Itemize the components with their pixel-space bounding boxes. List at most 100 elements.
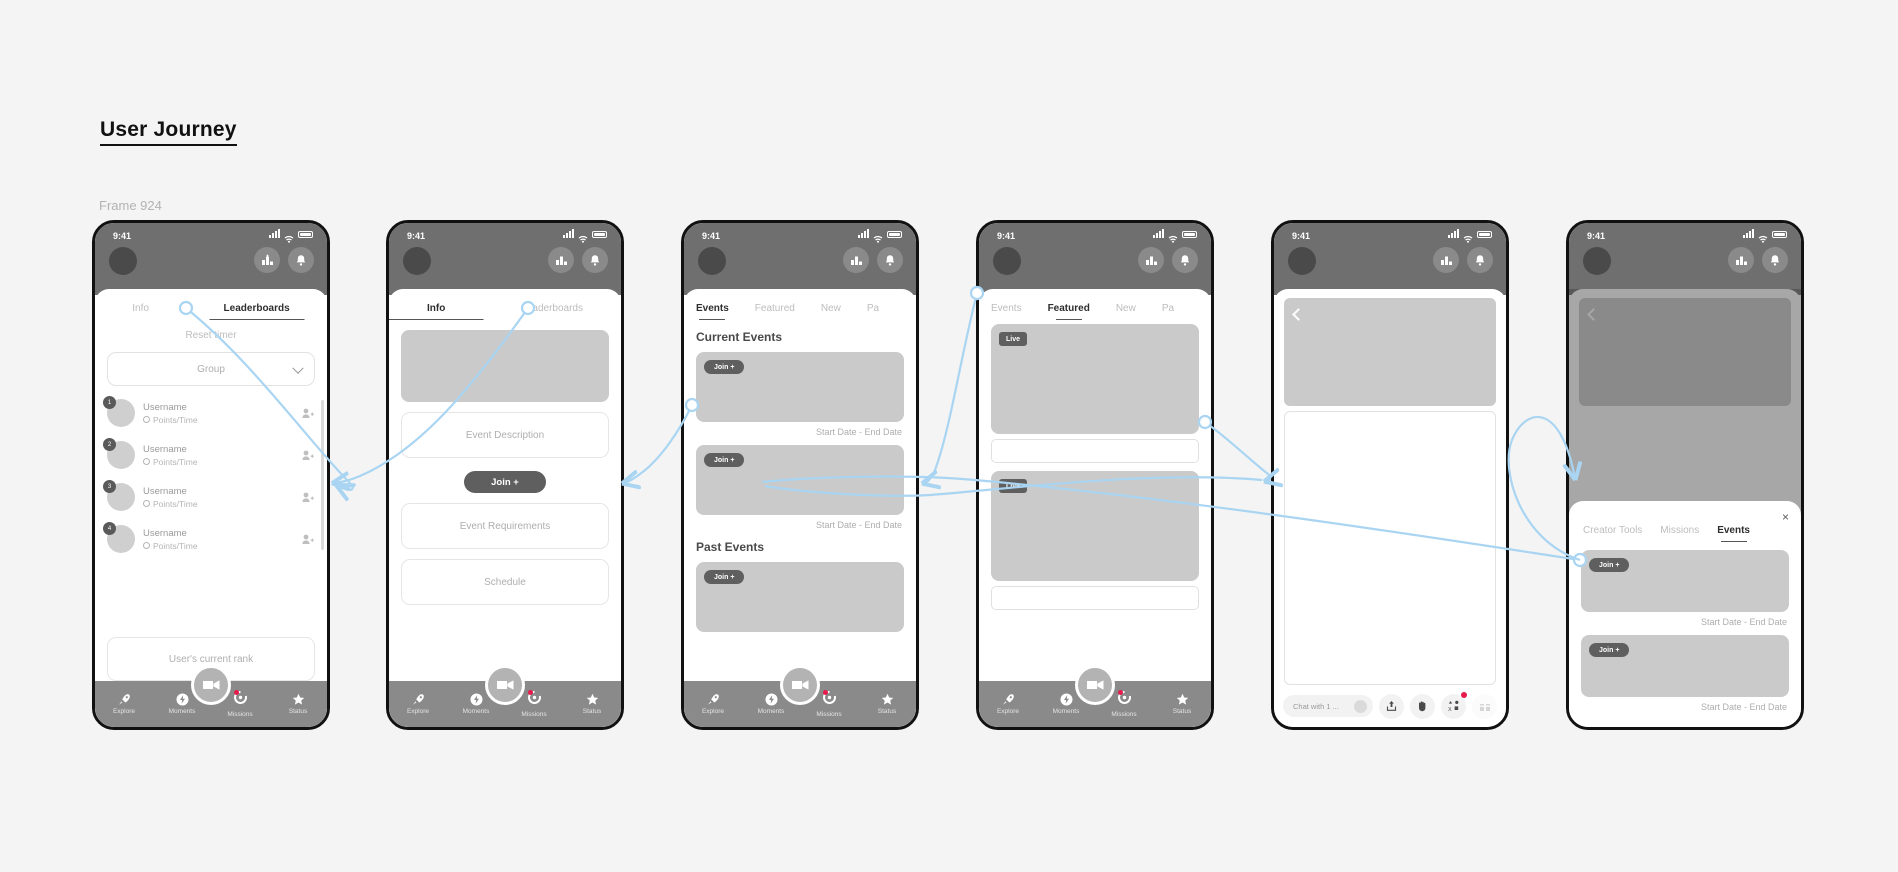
camera-icon[interactable] <box>191 665 231 705</box>
list-item[interactable]: 3 Username Points/Time <box>95 476 327 518</box>
avatar[interactable] <box>1583 247 1611 275</box>
schedule-field[interactable]: Schedule <box>401 559 609 605</box>
emoji-icon[interactable] <box>1354 699 1367 713</box>
leaderboard-icon[interactable] <box>1433 247 1459 273</box>
gift-icon[interactable] <box>1472 693 1497 719</box>
tab-events[interactable]: Events <box>991 303 1022 320</box>
tab-missions[interactable]: Missions <box>1660 525 1699 542</box>
event-card[interactable]: Join + <box>696 352 904 422</box>
nav-status[interactable]: Status <box>571 693 613 715</box>
event-requirements-field[interactable]: Event Requirements <box>401 503 609 549</box>
camera-icon[interactable] <box>485 665 525 705</box>
group-dropdown[interactable]: Group <box>107 352 315 386</box>
camera-icon[interactable] <box>1075 665 1115 705</box>
tab-creator-tools[interactable]: Creator Tools <box>1583 525 1642 542</box>
tab-featured[interactable]: Featured <box>755 303 795 320</box>
tab-featured[interactable]: Featured <box>1048 303 1090 320</box>
back-chevron-icon[interactable] <box>1292 308 1305 321</box>
leaderboard-icon[interactable] <box>548 247 574 273</box>
wifi-icon <box>578 230 588 243</box>
back-chevron-icon[interactable] <box>1587 308 1600 321</box>
tab-past[interactable]: Pa <box>1162 303 1174 320</box>
leaderboard-icon[interactable] <box>843 247 869 273</box>
event-card[interactable]: Join + <box>1581 550 1789 612</box>
join-chip[interactable]: Join + <box>704 570 745 584</box>
bell-icon[interactable] <box>1467 247 1493 273</box>
share-icon[interactable] <box>1379 693 1404 719</box>
list-item[interactable]: 4 Username Points/Time <box>95 518 327 560</box>
username: Username <box>143 443 187 455</box>
tab-new[interactable]: New <box>1116 303 1136 320</box>
sheet-tabs: Creator Tools Missions Events <box>1569 505 1801 542</box>
bell-icon[interactable] <box>1762 247 1788 273</box>
avatar[interactable] <box>698 247 726 275</box>
nav-explore[interactable]: Explore <box>692 693 734 715</box>
add-friend-icon[interactable] <box>302 408 315 419</box>
live-stream-screen: Chat with 1 ... X <box>1274 289 1506 727</box>
add-friend-icon[interactable] <box>302 534 315 545</box>
bell-icon[interactable] <box>877 247 903 273</box>
scrollbar[interactable] <box>321 400 324 550</box>
tab-leaderboards[interactable]: Leaderboards <box>521 303 583 320</box>
event-image-placeholder <box>401 330 609 402</box>
wifi-icon <box>1463 230 1473 243</box>
list-item[interactable]: 1 Username Points/Time <box>95 392 327 434</box>
add-friend-icon[interactable] <box>302 492 315 503</box>
event-card[interactable]: Join + <box>696 562 904 632</box>
tab-new[interactable]: New <box>821 303 841 320</box>
join-chip[interactable]: Join + <box>1589 558 1630 572</box>
join-chip[interactable]: Join + <box>704 360 745 374</box>
bell-icon[interactable] <box>288 247 314 273</box>
status-bar: 9:41 <box>95 223 327 295</box>
hand-icon[interactable] <box>1410 693 1435 719</box>
tab-events[interactable]: Events <box>696 303 729 320</box>
nav-explore[interactable]: Explore <box>397 693 439 715</box>
battery-icon <box>1772 230 1787 238</box>
join-chip[interactable]: Join + <box>1589 643 1630 657</box>
nav-status[interactable]: Status <box>866 693 908 715</box>
stream-preview[interactable] <box>1284 298 1496 406</box>
close-icon[interactable]: × <box>1782 511 1789 523</box>
phone-leaderboards: 9:41 Info Leaderboards Reset timer Group… <box>92 220 330 730</box>
live-badge: Live <box>999 479 1028 493</box>
leaderboard-icon[interactable] <box>1138 247 1164 273</box>
tab-past[interactable]: Pa <box>867 303 879 320</box>
featured-card[interactable]: Live <box>991 324 1199 434</box>
join-chip[interactable]: Join + <box>704 453 745 467</box>
camera-icon[interactable] <box>780 665 820 705</box>
clock-icon <box>143 542 150 549</box>
avatar[interactable] <box>403 247 431 275</box>
stream-body <box>1284 411 1496 685</box>
tab-info[interactable]: Info <box>132 303 149 320</box>
add-friend-icon[interactable] <box>302 450 315 461</box>
avatar[interactable] <box>109 247 137 275</box>
avatar: 3 <box>103 480 135 511</box>
event-description-field[interactable]: Event Description <box>401 412 609 458</box>
nav-status[interactable]: Status <box>277 693 319 715</box>
signal-icon <box>1448 229 1459 238</box>
status-bar: 9:41 <box>979 223 1211 295</box>
leaderboard-icon[interactable] <box>254 247 280 273</box>
chat-input[interactable]: Chat with 1 ... <box>1283 695 1373 717</box>
avatar[interactable] <box>1288 247 1316 275</box>
leaderboard-icon[interactable] <box>1728 247 1754 273</box>
nav-status[interactable]: Status <box>1161 693 1203 715</box>
event-card[interactable]: Join + <box>696 445 904 515</box>
nav-explore[interactable]: Explore <box>103 693 145 715</box>
join-button[interactable]: Join + <box>464 471 546 493</box>
list-item[interactable]: 2 Username Points/Time <box>95 434 327 476</box>
featured-card[interactable]: Live <box>991 471 1199 581</box>
bell-icon[interactable] <box>1172 247 1198 273</box>
avatar[interactable] <box>993 247 1021 275</box>
tab-events[interactable]: Events <box>1717 525 1750 542</box>
notification-dot <box>1117 689 1123 695</box>
tab-info[interactable]: Info <box>427 303 445 320</box>
stream-action-bar: Chat with 1 ... X <box>1274 685 1506 727</box>
nav-explore[interactable]: Explore <box>987 693 1029 715</box>
star-icon <box>586 693 598 705</box>
bell-icon[interactable] <box>582 247 608 273</box>
tab-leaderboards[interactable]: Leaderboards <box>224 303 290 320</box>
shapes-icon[interactable]: X <box>1441 691 1467 719</box>
status-icons <box>1448 229 1492 243</box>
event-card[interactable]: Join + <box>1581 635 1789 697</box>
